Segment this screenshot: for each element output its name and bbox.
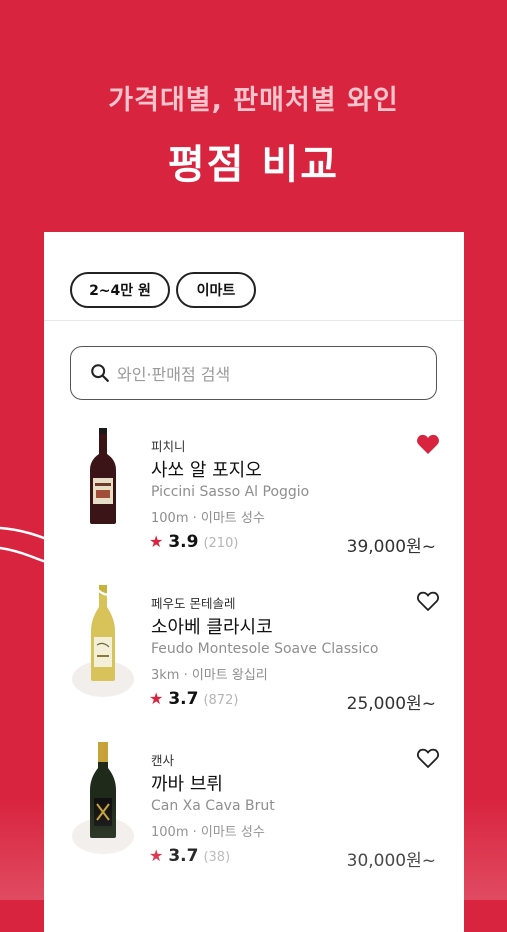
wine-bottle-image (68, 585, 138, 697)
wine-distance-store: 3km · 이마트 왕십리 (151, 668, 268, 683)
page-title: 평점 비교 (167, 142, 340, 188)
wine-producer: 캔사 (151, 753, 175, 768)
heart-outline-icon[interactable] (416, 747, 440, 769)
wine-english-name: Can Xa Cava Brut (151, 798, 275, 814)
rating-count: (872) (203, 693, 239, 708)
search-icon (91, 364, 109, 382)
wine-english-name: Piccini Sasso Al Poggio (151, 484, 310, 500)
pointing-hand-illustration (0, 526, 154, 596)
rating-score: 3.9 (168, 532, 199, 552)
wine-list-item[interactable]: 캔사 까바 브뤼 Can Xa Cava Brut 100m · 이마트 성수 … (44, 742, 464, 892)
rating-score: 3.7 (168, 689, 199, 709)
wine-price: 30,000원~ (346, 851, 436, 871)
wine-producer: 피치니 (151, 439, 186, 454)
wine-rating: ★ 3.7 (38) (149, 846, 230, 866)
filter-chip-price[interactable]: 2~4만 원 (70, 272, 170, 308)
wine-bottle-image (68, 742, 138, 854)
wine-name: 사쏘 알 포지오 (151, 460, 262, 481)
star-icon: ★ (149, 846, 164, 865)
search-input[interactable]: 와인·판매점 검색 (70, 346, 437, 400)
wine-price: 39,000원~ (346, 537, 436, 557)
wine-list-item[interactable]: 페우도 몬테솔레 소아베 클라시코 Feudo Montesole Soave … (44, 585, 464, 735)
wine-distance-store: 100m · 이마트 성수 (151, 825, 265, 840)
wine-distance-store: 100m · 이마트 성수 (151, 511, 265, 526)
wine-name: 소아베 클라시코 (151, 617, 273, 638)
filter-chip-store[interactable]: 이마트 (176, 272, 256, 308)
divider (44, 320, 464, 321)
wine-rating: ★ 3.7 (872) (149, 689, 238, 709)
search-placeholder: 와인·판매점 검색 (117, 365, 231, 384)
star-icon: ★ (149, 689, 164, 708)
wine-producer: 페우도 몬테솔레 (151, 596, 236, 611)
wine-name: 까바 브뤼 (151, 774, 223, 795)
heart-outline-icon[interactable] (416, 590, 440, 612)
rating-count: (210) (203, 536, 239, 551)
wine-price: 25,000원~ (346, 694, 436, 714)
rating-count: (38) (203, 850, 231, 865)
sparkling-wine-bottle-icon (90, 742, 116, 838)
headline: 가격대별, 판매처별 와인 (108, 85, 399, 116)
heart-filled-icon[interactable] (416, 433, 440, 455)
wine-english-name: Feudo Montesole Soave Classico (151, 641, 379, 657)
wine-rating: ★ 3.9 (210) (149, 532, 238, 552)
rating-score: 3.7 (168, 846, 199, 866)
